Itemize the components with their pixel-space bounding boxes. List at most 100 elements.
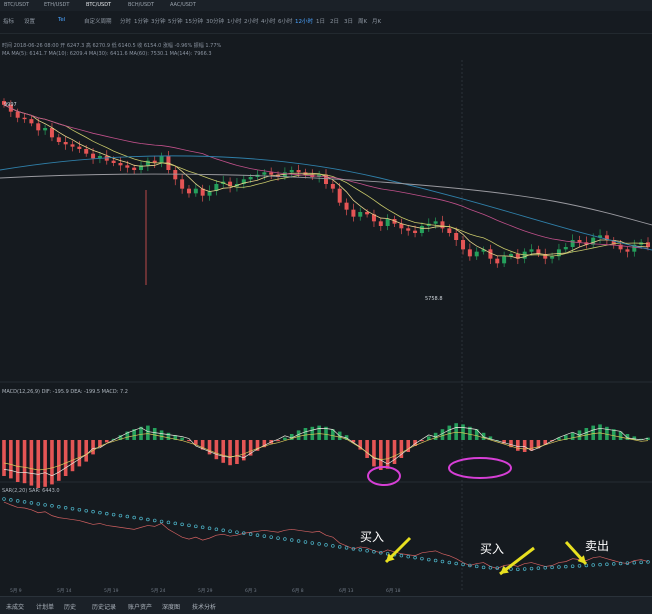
- macd-bar: [43, 440, 47, 487]
- sar-dot: [98, 510, 102, 515]
- macd-bar: [221, 440, 226, 463]
- tab-plan-orders[interactable]: 计划单: [36, 602, 54, 611]
- sar-dot: [331, 544, 335, 548]
- sar-dot: [536, 566, 541, 570]
- candle-body: [91, 153, 96, 159]
- date-tick-label: 5月 24: [151, 589, 166, 594]
- macd-bar: [146, 425, 150, 440]
- date-tick-label: 6月 8: [292, 589, 304, 594]
- macd-bar: [461, 424, 465, 440]
- sar-dot: [228, 529, 232, 533]
- candle-body: [330, 184, 335, 189]
- tab-depth-chart[interactable]: 深度图: [162, 602, 180, 611]
- tab-history[interactable]: 历史: [64, 602, 76, 611]
- candle-body: [351, 209, 356, 217]
- sar-dot: [399, 553, 404, 558]
- sar-dot: [91, 509, 95, 514]
- macd-bar: [529, 440, 534, 451]
- sar-label: SAR(2,20) SAR: 6443.0: [2, 488, 60, 494]
- sar-dot: [15, 499, 20, 503]
- candle-body: [29, 119, 34, 124]
- macd-bar: [50, 440, 54, 485]
- macd-bar: [15, 440, 20, 482]
- sar-dot: [344, 546, 349, 550]
- sar-dot: [105, 511, 109, 516]
- macd-bar: [22, 440, 27, 484]
- macd-bar: [598, 424, 602, 440]
- sar-dot: [269, 535, 273, 539]
- sar-dot: [605, 562, 609, 567]
- sar-dot: [173, 521, 178, 526]
- candle-body: [248, 177, 253, 180]
- sar-dot: [365, 549, 369, 553]
- candle-body: [125, 165, 130, 168]
- sar-dot: [139, 516, 143, 521]
- macd-bar: [84, 440, 89, 462]
- sar-dot: [221, 528, 225, 532]
- candle-body: [296, 170, 301, 173]
- candle-body: [440, 221, 445, 229]
- macd-bar: [36, 440, 41, 488]
- date-tick-label: 6月 13: [339, 589, 354, 594]
- candle-body: [132, 167, 137, 170]
- sar-dot: [639, 560, 643, 565]
- sar-dot: [248, 532, 253, 536]
- sar-dot: [324, 543, 328, 547]
- sar-dot: [77, 507, 82, 512]
- sar-dot: [118, 513, 123, 518]
- sar-dot: [447, 560, 452, 565]
- tab-history-records[interactable]: 历史记录: [92, 602, 116, 611]
- candle-body: [193, 188, 198, 194]
- sar-dot: [570, 564, 575, 568]
- candle-body: [625, 249, 630, 252]
- macd-bar: [2, 440, 6, 476]
- candle-body: [495, 258, 500, 264]
- highlight-circle: [448, 457, 512, 479]
- buy-annotation: 买入: [480, 542, 505, 556]
- sar-dot: [84, 508, 88, 513]
- candle-body: [22, 117, 27, 120]
- sar-dot: [194, 524, 198, 529]
- tab-technical-analysis[interactable]: 技术分析: [192, 602, 216, 611]
- sar-dot: [474, 564, 479, 569]
- candle-body: [529, 249, 534, 252]
- candle-body: [77, 146, 82, 149]
- macd-bar: [70, 440, 75, 472]
- sar-dot: [187, 523, 191, 528]
- candle-body: [344, 202, 349, 210]
- tab-open-orders[interactable]: 未成交: [6, 602, 24, 611]
- sar-dot: [214, 527, 219, 532]
- sar-dot: [9, 498, 13, 502]
- sar-dot: [522, 567, 527, 571]
- tab-account-assets[interactable]: 账户资产: [128, 602, 152, 611]
- sar-dot: [296, 539, 301, 543]
- candle-body: [454, 233, 459, 240]
- sar-dot: [50, 504, 54, 508]
- sar-dot: [57, 505, 61, 509]
- sar-dot: [440, 559, 445, 564]
- macd-bar: [570, 432, 575, 440]
- sar-dot: [43, 503, 47, 507]
- candle-body: [15, 111, 20, 118]
- macd-bar: [57, 440, 61, 481]
- sar-dot: [289, 538, 294, 542]
- macd-bar: [283, 437, 287, 440]
- sar-price-line: [3, 501, 649, 569]
- sar-dot: [235, 530, 239, 534]
- sar-dot: [125, 514, 130, 519]
- macd-bar: [591, 425, 595, 440]
- sar-dot: [22, 500, 27, 504]
- sar-dot: [180, 522, 184, 527]
- price-chart-svg[interactable]: [0, 0, 652, 613]
- candle-body: [365, 212, 370, 215]
- macd-bar: [481, 432, 486, 440]
- sar-dot: [283, 537, 287, 541]
- candle-body: [570, 240, 575, 247]
- candle-body: [419, 226, 424, 233]
- date-tick-label: 5月 9: [10, 589, 22, 594]
- candle-body: [84, 149, 89, 154]
- sar-dot: [146, 517, 150, 522]
- macd-bar: [379, 440, 383, 470]
- macd-bar: [516, 440, 520, 451]
- macd-bar: [180, 437, 184, 440]
